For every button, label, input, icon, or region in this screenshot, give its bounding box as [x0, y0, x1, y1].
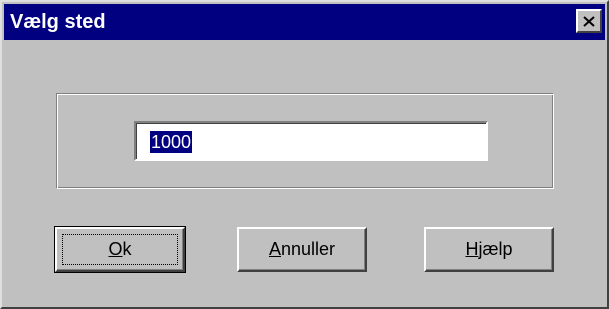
title-bar[interactable]: Vælg sted: [4, 4, 605, 40]
dialog-title: Vælg sted: [10, 11, 106, 33]
dialog-window: Vælg sted 1000 Ok Annuller Hjælp: [0, 0, 609, 309]
ok-button-label: Ok: [108, 239, 132, 259]
help-button-label: Hjælp: [465, 239, 513, 259]
cancel-button-label: Annuller: [268, 239, 336, 259]
help-button[interactable]: Hjælp: [424, 227, 554, 272]
close-icon: [583, 15, 595, 27]
location-input-value: 1000: [150, 131, 193, 153]
ok-button[interactable]: Ok: [54, 226, 186, 273]
close-button[interactable]: [576, 9, 602, 33]
cancel-button[interactable]: Annuller: [237, 227, 367, 272]
location-input[interactable]: 1000: [134, 121, 488, 161]
